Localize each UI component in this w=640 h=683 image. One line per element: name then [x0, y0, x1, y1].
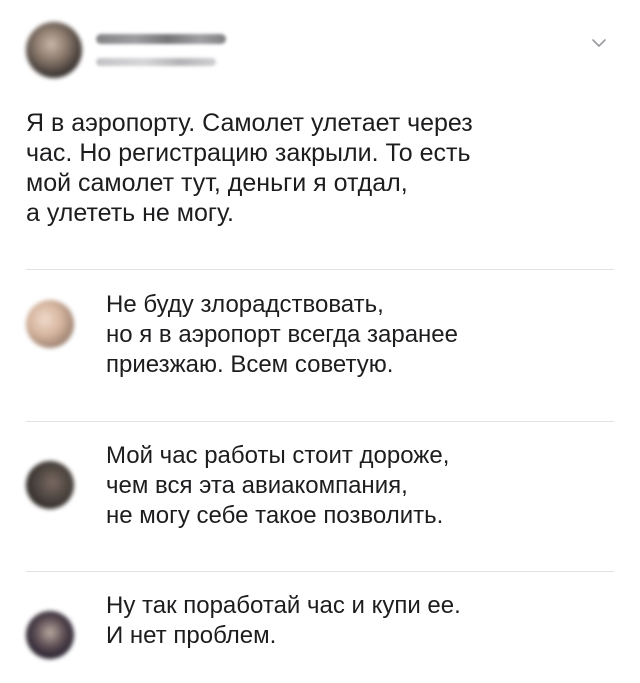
comment-text-line: чем вся эта авиакомпания,: [106, 472, 408, 499]
comment-text-line: Мой час работы стоит дороже,: [106, 442, 450, 469]
author-handle-redacted: [96, 58, 216, 66]
author-name-redacted[interactable]: [96, 34, 226, 44]
comment-text: Не буду злорадствовать, но я в аэропорт …: [106, 290, 458, 380]
comment-text-line: приезжаю. Всем советую.: [106, 351, 394, 378]
commenter-avatar[interactable]: [26, 300, 74, 348]
post-text: Я в аэропорту. Самолет улетает через час…: [26, 108, 606, 228]
author-avatar[interactable]: [26, 22, 82, 78]
post-text-line: а улететь не могу.: [26, 199, 234, 227]
commenter-avatar[interactable]: [26, 611, 74, 659]
comment: Ну так поработай час и купи ее. И нет пр…: [26, 591, 616, 671]
divider: [26, 571, 614, 572]
post-text-line: час. Но регистрацию закрыли. То есть: [26, 139, 471, 167]
chevron-down-icon[interactable]: [590, 34, 608, 52]
post-header: [26, 20, 616, 84]
post-text-line: Я в аэропорту. Самолет улетает через: [26, 109, 473, 137]
comment-text: Ну так поработай час и купи ее. И нет пр…: [106, 591, 461, 651]
post-text-line: мой самолет тут, деньги я отдал,: [26, 169, 408, 197]
commenter-avatar[interactable]: [26, 461, 74, 509]
comment: Не буду злорадствовать, но я в аэропорт …: [26, 290, 616, 400]
comment-text-line: И нет проблем.: [106, 622, 277, 649]
comment-text: Мой час работы стоит дороже, чем вся эта…: [106, 441, 449, 531]
comment-text-line: Не буду злорадствовать,: [106, 291, 384, 318]
comment-text-line: Ну так поработай час и купи ее.: [106, 592, 461, 619]
divider: [26, 269, 614, 270]
comment: Мой час работы стоит дороже, чем вся эта…: [26, 441, 616, 551]
divider: [26, 421, 614, 422]
comment-text-line: но я в аэропорт всегда заранее: [106, 321, 458, 348]
comment-text-line: не могу себе такое позволить.: [106, 502, 444, 529]
